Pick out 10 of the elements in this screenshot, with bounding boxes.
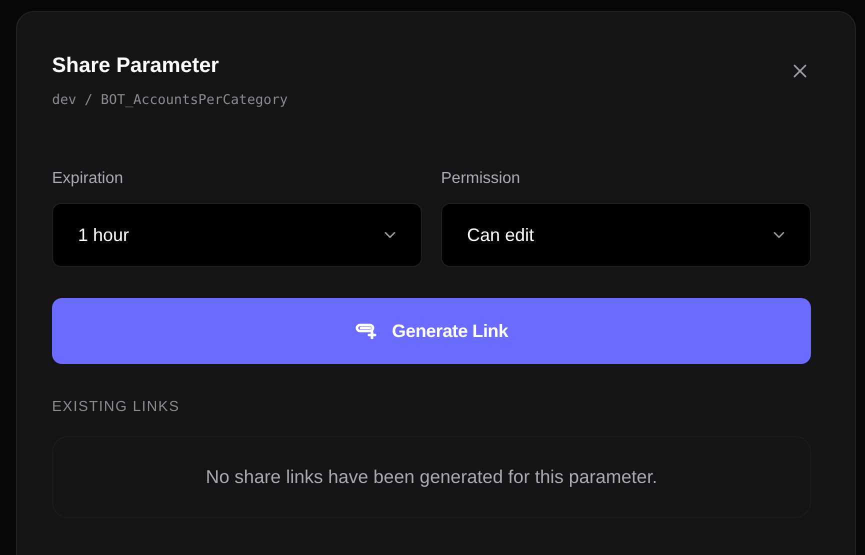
empty-message: No share links have been generated for this parameter. (206, 466, 658, 488)
select-dropdown[interactable]: 1 hour (52, 203, 422, 267)
section-heading: EXISTING LINKS (52, 399, 181, 415)
select-dropdown[interactable]: Can edit (441, 203, 811, 267)
field-label: Permission (441, 170, 522, 188)
link-plus-icon (354, 323, 379, 339)
dialog-title: Share Parameter (52, 54, 220, 78)
field-label: Expiration (52, 170, 124, 188)
generate-link-button[interactable]: Generate Link (52, 298, 811, 364)
parameter-path: dev / BOT_AccountsPerCategory (52, 92, 288, 108)
